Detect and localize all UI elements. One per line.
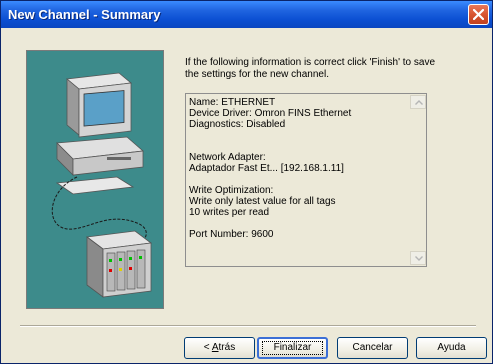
summary-scrollbar[interactable] [410, 95, 426, 265]
summary-diagnostics: Diagnostics: Disabled [189, 119, 286, 130]
finish-button[interactable]: Finalizar [257, 337, 328, 359]
back-button[interactable]: < Atrás [184, 337, 255, 359]
back-mnemonic: A [211, 342, 219, 353]
summary-network-adapter-value: Adaptador Fast Et... [192.168.1.11] [189, 163, 344, 174]
close-icon [473, 9, 484, 20]
summary-name: Name: ETHERNET [189, 97, 276, 108]
summary-textbox[interactable]: Name: ETHERNET Device Driver: Omron FINS… [185, 93, 427, 267]
summary-write-optimization-label: Write Optimization: [189, 185, 274, 196]
summary-network-adapter-label: Network Adapter: [189, 152, 266, 163]
scroll-up-button[interactable] [410, 95, 426, 109]
scroll-down-button[interactable] [410, 251, 426, 265]
close-button[interactable] [468, 4, 489, 25]
help-button[interactable]: Ayuda [416, 337, 487, 359]
summary-write-optimization-mode: Write only latest value for all tags [189, 196, 336, 207]
wizard-illustration [26, 50, 164, 309]
summary-write-optimization-rate: 10 writes per read [189, 207, 270, 218]
window-title: New Channel - Summary [8, 7, 161, 22]
back-prefix: < [203, 342, 212, 353]
cancel-button[interactable]: Cancelar [337, 337, 408, 359]
summary-content: Name: ETHERNET Device Driver: Omron FINS… [189, 97, 409, 240]
summary-device-driver: Device Driver: Omron FINS Ethernet [189, 108, 352, 119]
button-separator [20, 325, 476, 327]
summary-port-number: Port Number: 9600 [189, 229, 274, 240]
chevron-down-icon [415, 256, 423, 261]
focus-ring [262, 341, 323, 355]
computer-network-icon [51, 72, 153, 298]
title-bar[interactable]: New Channel - Summary [1, 1, 492, 28]
chevron-up-icon [415, 100, 423, 105]
back-label-rest: trás [218, 342, 236, 353]
instruction-text: If the following information is correct … [185, 57, 436, 80]
new-channel-summary-dialog: New Channel - Summary If the following i… [0, 0, 493, 364]
